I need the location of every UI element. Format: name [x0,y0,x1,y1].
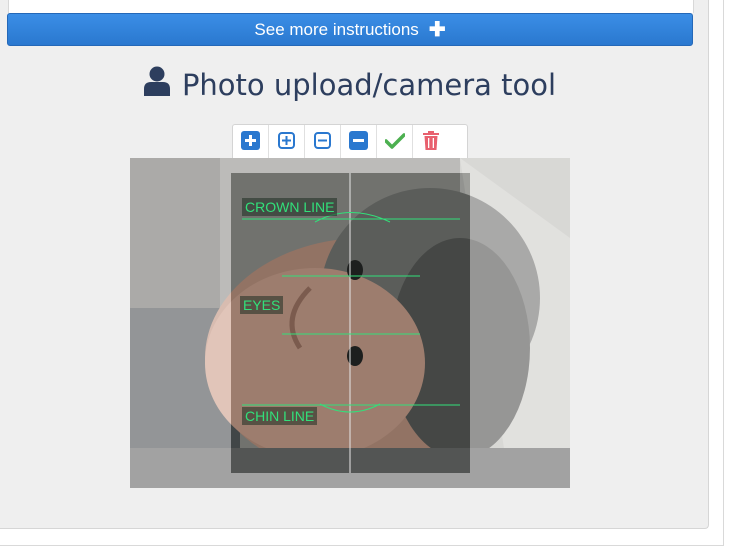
checkmark-icon [383,132,406,153]
see-more-instructions-label: See more instructions [254,19,419,39]
crown-line-label: CROWN LINE [242,198,338,216]
chin-line-label: CHIN LINE [242,407,318,425]
eyes-label: EYES [240,296,284,314]
plus-icon: ✚ [428,18,446,41]
page-title-text: Photo upload/camera tool [181,67,557,102]
zoom-in-outline-button[interactable] [269,125,305,160]
user-icon [143,66,170,103]
delete-button[interactable] [413,125,449,160]
minus-square-icon [349,131,368,154]
zoom-out-outline-button[interactable] [305,125,341,160]
page-border-bottom [0,545,724,546]
page-title: Photo upload/camera tool [0,66,700,103]
minus-square-outline-icon [314,132,331,153]
see-more-instructions-button[interactable]: See more instructions ✚ [7,13,693,46]
plus-square-outline-icon [278,132,295,153]
photo-stage[interactable]: CROWN LINE EYES CHIN LINE [130,158,570,488]
trash-icon [423,131,439,154]
confirm-button[interactable] [377,125,413,160]
instructions-box [8,0,694,13]
photo-image [130,158,570,488]
page-border-right [723,0,724,546]
image-toolbar [232,124,468,161]
zoom-out-button[interactable] [341,125,377,160]
plus-square-icon [241,131,260,154]
zoom-in-button[interactable] [233,125,269,160]
